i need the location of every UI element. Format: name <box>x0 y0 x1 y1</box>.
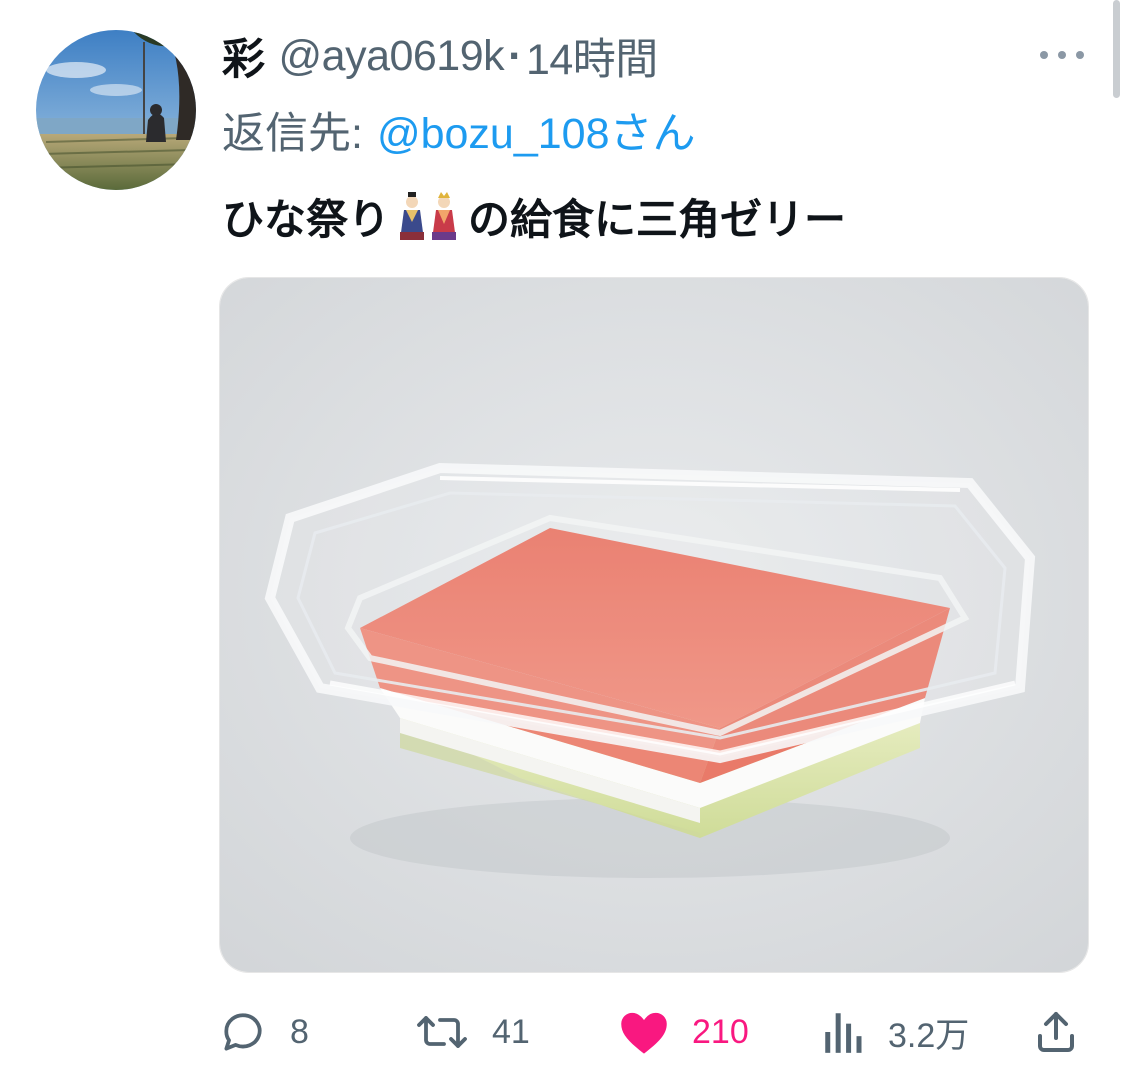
reply-target-link[interactable]: @bozu_108さん <box>377 99 696 161</box>
avatar[interactable] <box>36 30 196 190</box>
views-count: 3.2万 <box>888 1016 970 1055</box>
like-icon <box>621 1012 667 1054</box>
views-button[interactable]: 3.2万 <box>822 1000 969 1064</box>
user-handle[interactable]: @aya0619k <box>279 32 505 81</box>
tweet-photo[interactable] <box>219 277 1089 973</box>
tweet-text: ひな祭り の給食に三角ゼリー <box>222 183 846 249</box>
reply-icon <box>224 1013 262 1051</box>
share-button[interactable] <box>1032 1000 1080 1064</box>
tweet-text-part-1: ひな祭り <box>222 195 391 243</box>
reply-count: 8 <box>290 1012 309 1051</box>
tweet-text-part-2: の給食に三角ゼリー <box>468 195 847 243</box>
retweet-button[interactable]: 41 <box>414 1000 530 1064</box>
more-icon[interactable] <box>1040 46 1084 64</box>
retweet-count: 41 <box>492 1012 530 1051</box>
separator-dot: · <box>508 31 522 80</box>
avatar-photo <box>36 30 196 190</box>
display-name[interactable]: 彩 <box>222 25 265 87</box>
like-count: 210 <box>692 1012 749 1051</box>
share-icon <box>1038 1012 1074 1052</box>
tweet-header: 彩 @aya0619k · 14時間 <box>222 26 658 86</box>
action-bar: 8 41 210 3.2万 <box>0 1000 1124 1064</box>
reply-button[interactable]: 8 <box>218 1000 309 1064</box>
views-icon <box>825 1013 862 1053</box>
retweet-icon <box>417 1016 467 1048</box>
hina-dolls-emoji <box>400 192 457 240</box>
like-button[interactable]: 210 <box>618 1000 749 1064</box>
scrollbar[interactable] <box>1113 0 1120 98</box>
reply-label: 返信先: <box>222 110 363 158</box>
jelly-photo <box>220 278 1088 972</box>
reply-context: 返信先: @bozu_108さん <box>222 100 696 160</box>
timestamp[interactable]: 14時間 <box>526 25 658 87</box>
